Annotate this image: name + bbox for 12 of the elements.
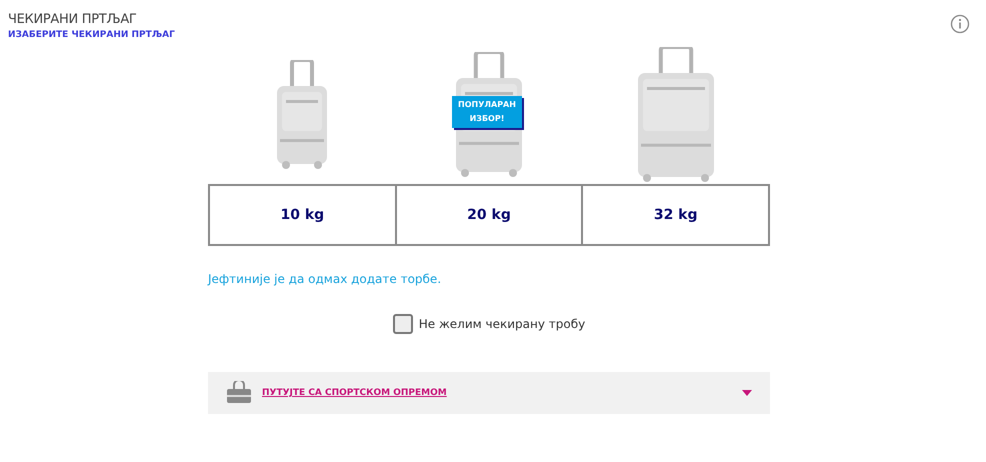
- suitcase-icon: [638, 47, 714, 183]
- suitcase-icon: [276, 60, 327, 170]
- info-icon[interactable]: [950, 14, 970, 34]
- popular-badge: ПОПУЛАРАН ИЗБОР!: [452, 96, 522, 128]
- caret-icon[interactable]: [742, 390, 752, 396]
- section-subtitle: ИЗАБЕРИТЕ ЧЕКИРАНИ ПРТЉАГ: [8, 30, 175, 40]
- sport-equipment-panel[interactable]: ПУТУЈТЕ СА СПОРТСКОМ ОПРЕМОМ: [208, 372, 770, 414]
- bag-icon: [226, 381, 252, 405]
- checkbox-label: Не желим чекирану тробу: [418, 317, 586, 331]
- checkbox[interactable]: [392, 314, 413, 334]
- sport-equipment-link[interactable]: ПУТУЈТЕ СА СПОРТСКОМ ОПРЕМОМ: [262, 388, 732, 398]
- section-title: ЧЕКИРАНИ ПРТЉАГ: [8, 12, 138, 27]
